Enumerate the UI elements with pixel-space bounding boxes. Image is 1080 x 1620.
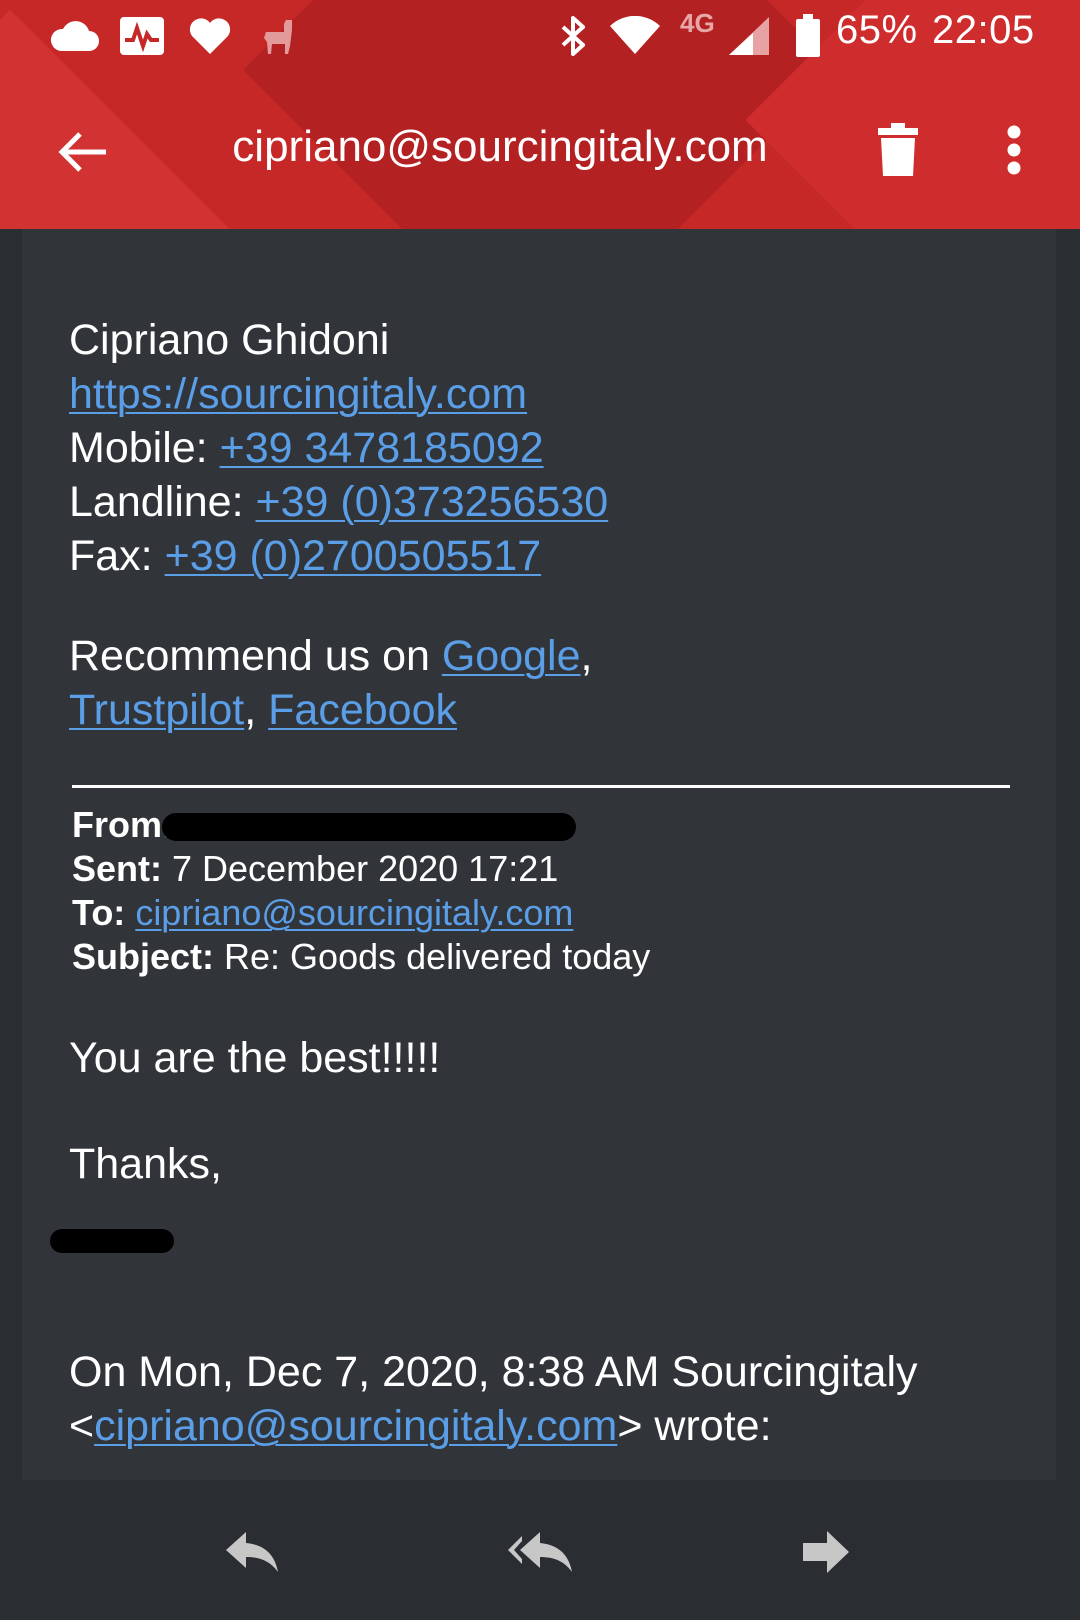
mobile-label: Mobile:: [69, 424, 220, 472]
recommend-row: Recommend us on Google,: [69, 629, 592, 683]
reply-all-icon[interactable]: [500, 1512, 580, 1592]
subject-value: Re: Goods delivered today: [214, 936, 651, 977]
redacted-sender-name: [50, 1229, 174, 1253]
heart-icon: [186, 12, 234, 60]
website-link[interactable]: https://sourcingitaly.com: [69, 370, 527, 418]
signature-website-row: https://sourcingitaly.com: [69, 367, 527, 421]
recommend-row-2: Trustpilot, Facebook: [69, 683, 457, 737]
from-label: From:: [72, 804, 174, 845]
google-link[interactable]: Google: [442, 632, 581, 680]
email-body-card: Cipriano Ghidoni https://sourcingitaly.c…: [22, 229, 1056, 1480]
recommend-text: Recommend us on: [69, 632, 442, 680]
forward-icon[interactable]: [786, 1512, 866, 1592]
reply-email-link[interactable]: cipriano@sourcingitaly.com: [94, 1402, 617, 1450]
cloud-icon: [48, 12, 100, 60]
landline-label: Landline:: [69, 478, 256, 526]
to-email-link[interactable]: cipriano@sourcingitaly.com: [135, 892, 573, 933]
comma: ,: [580, 632, 593, 680]
network-type: 4G: [680, 8, 715, 38]
battery-percent: 65%: [836, 8, 918, 52]
back-arrow-icon[interactable]: [50, 120, 114, 184]
trash-icon[interactable]: [866, 116, 930, 184]
subject-row: Subject: Re: Goods delivered today: [72, 935, 650, 979]
reply-icon[interactable]: [212, 1512, 292, 1592]
sent-value: 7 December 2020 17:21: [162, 848, 559, 889]
fax-phone-link[interactable]: +39 (0)2700505517: [165, 532, 542, 580]
landline-row: Landline: +39 (0)373256530: [69, 475, 608, 529]
redacted-sender-email: [162, 813, 576, 841]
bottom-action-bar: [0, 1480, 1080, 1620]
trustpilot-link[interactable]: Trustpilot: [69, 686, 244, 734]
fax-label: Fax:: [69, 532, 165, 580]
fax-row: Fax: +39 (0)2700505517: [69, 529, 541, 583]
message-line: Thanks,: [69, 1140, 222, 1188]
subject-label: Subject:: [72, 936, 215, 977]
signature-name: Cipriano Ghidoni: [69, 316, 390, 364]
reply-intro: On Mon, Dec 7, 2020, 8:38 AM Sourcingita…: [69, 1348, 918, 1396]
app-bar: cipriano@sourcingitaly.com: [0, 72, 1080, 229]
facebook-link[interactable]: Facebook: [268, 686, 457, 734]
bluetooth-icon: [556, 12, 590, 60]
mobile-row: Mobile: +39 3478185092: [69, 421, 544, 475]
divider: [72, 785, 1010, 788]
reply-suffix: > wrote:: [617, 1402, 772, 1450]
landline-phone-link[interactable]: +39 (0)373256530: [256, 478, 609, 526]
app-bar-title: cipriano@sourcingitaly.com: [232, 122, 768, 171]
comma: ,: [244, 686, 269, 734]
clock: 22:05: [932, 8, 1035, 52]
header: 4G 65% 22:05 cipriano@sourcingitaly.com: [0, 0, 1080, 229]
sent-row: Sent: 7 December 2020 17:21: [72, 847, 558, 891]
activity-icon: [118, 12, 166, 60]
from-row: From:: [72, 803, 174, 847]
more-vert-icon[interactable]: [990, 116, 1038, 184]
message-line: You are the best!!!!!: [69, 1034, 441, 1082]
signal-icon: [726, 12, 772, 60]
reply-intro-email-row: <cipriano@sourcingitaly.com> wrote:: [69, 1399, 772, 1453]
llama-icon: [256, 12, 300, 60]
sent-label: Sent:: [72, 848, 162, 889]
battery-icon: [794, 12, 822, 60]
mobile-phone-link[interactable]: +39 3478185092: [220, 424, 544, 472]
status-bar: 4G 65% 22:05: [0, 0, 1080, 72]
wifi-icon: [608, 12, 662, 60]
to-label: To:: [72, 892, 126, 933]
to-row: To: cipriano@sourcingitaly.com: [72, 891, 573, 935]
angle-open: <: [69, 1402, 95, 1450]
